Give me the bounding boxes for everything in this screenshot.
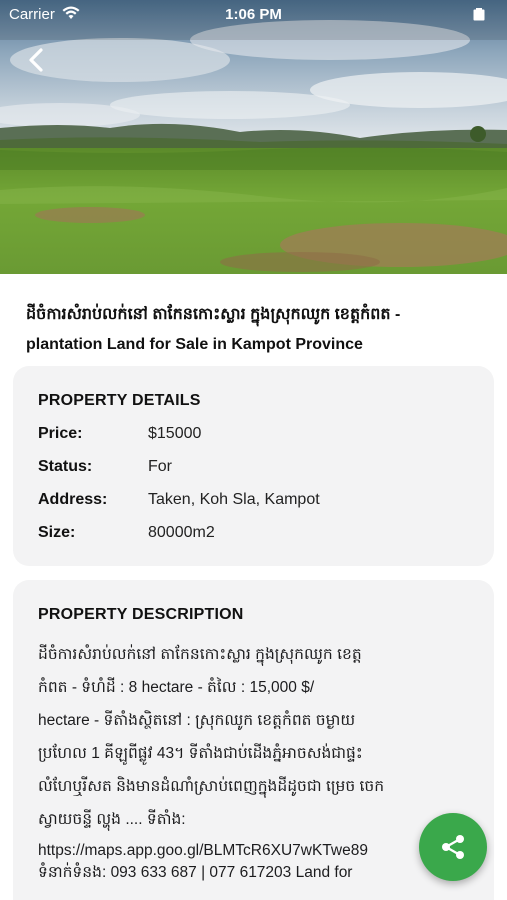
description-line: ដីចំការសំរាប់លក់នៅ តាកែនកោះស្លារ ក្នុងស្… [38, 646, 362, 663]
listing-title-line1: ដីចំការសំរាប់លក់នៅ តាកែនកោះស្លារ ក្នុងស្… [26, 306, 401, 323]
property-details-heading: PROPERTY DETAILS [38, 392, 201, 409]
size-value: 80000m2 [148, 524, 215, 541]
description-line: hectare - ទីតាំងស្ថិតនៅ : ស្រុកឈូក ខេត្ត… [38, 712, 356, 729]
battery-icon [473, 8, 485, 21]
description-line: កំពត - ទំហំដី : 8 hectare - តំលៃ : 15,00… [38, 679, 315, 696]
listing-title-line2: plantation Land for Sale in Kampot Provi… [26, 336, 363, 353]
property-description-text: ដីចំការសំរាប់លក់នៅ តាកែនកោះស្លារ ក្នុងស្… [38, 638, 428, 884]
chevron-left-icon [29, 48, 43, 72]
share-button[interactable] [419, 813, 487, 881]
property-description-heading: PROPERTY DESCRIPTION [38, 606, 244, 623]
status-bar: Carrier 1:06 PM [0, 0, 507, 28]
back-button[interactable] [18, 42, 54, 78]
size-label: Size: [38, 524, 76, 541]
property-details-card: PROPERTY DETAILS Price: $15000 Status: F… [13, 366, 494, 566]
price-label: Price: [38, 425, 83, 442]
listing-title: ដីចំការសំរាប់លក់នៅ តាកែនកោះស្លារ ក្នុងស្… [26, 300, 486, 360]
share-icon [442, 835, 464, 859]
description-line: ទំនាក់ទំនង: 093 633 687 | 077 617203 Lan… [38, 864, 353, 881]
description-line: ស្វាយចន្ទី ល្ហុង .... ទីតាំង: [38, 811, 186, 828]
status-time: 1:06 PM [225, 6, 282, 23]
status-value: For [148, 458, 172, 475]
address-label: Address: [38, 491, 108, 508]
description-map-link[interactable]: https://maps.app.goo.gl/BLMTcR6XU7wKTwe8… [38, 840, 428, 862]
description-line: លំហែឬរីសត និងមានដំណាំស្រាប់ពេញក្នុងដីដូច… [38, 778, 385, 795]
address-value: Taken, Koh Sla, Kampot [148, 491, 320, 508]
landscape-illustration [0, 0, 507, 274]
price-value: $15000 [148, 425, 202, 442]
description-line: ប្រហែល 1 គីឡូពីផ្លូវ 43។ ទីតាំងជាប់ដើងភ្… [38, 745, 363, 762]
hero-image [0, 0, 507, 274]
status-label: Status: [38, 458, 93, 475]
